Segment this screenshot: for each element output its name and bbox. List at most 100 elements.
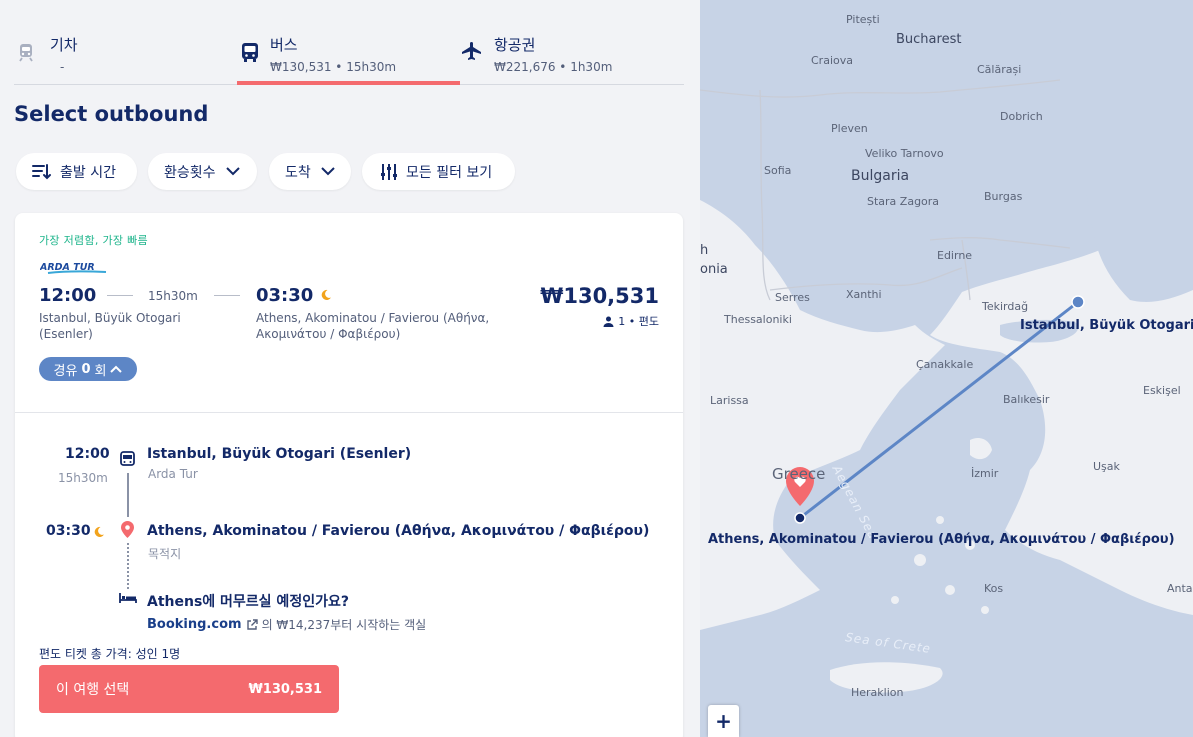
map-label-izmir: İzmir [971, 467, 999, 480]
duration-line-right [214, 295, 240, 296]
train-icon [19, 44, 33, 62]
itinerary-segment-line [127, 473, 129, 517]
map-label-pleven: Pleven [831, 122, 868, 135]
map-label-larissa: Larissa [710, 394, 749, 407]
map-label-bulgaria: Bulgaria [851, 168, 910, 184]
bus-icon [120, 451, 135, 466]
stops-toggle-button[interactable]: 경유 0 회 [39, 357, 137, 381]
duration-line-left [107, 295, 133, 296]
stops-suffix: 회 [94, 363, 107, 379]
moon-icon [321, 289, 331, 300]
itinerary-destination-label: 목적지 [148, 547, 182, 561]
total-price-label: 편도 티켓 총 가격: 성인 1명 [39, 647, 181, 661]
sliders-icon [381, 163, 397, 180]
route-map[interactable]: Pitești Bucharest Craiova Călărași Pleve… [700, 0, 1193, 737]
transport-tabs: 기차 - 버스 ₩130,531 • 15h30m 항공권 ₩221,676 •… [14, 28, 684, 85]
map-label-north: h [700, 243, 709, 258]
map-label-pitesti: Pitești [846, 13, 880, 26]
all-filters-button[interactable]: 모든 필터 보기 [362, 153, 515, 190]
map-label-heraklion: Heraklion [851, 686, 904, 699]
map-label-xanthi: Xanthi [846, 288, 882, 301]
person-icon [603, 316, 614, 327]
tab-train[interactable]: 기차 - [14, 28, 236, 85]
map-label-greece: Greece [772, 465, 826, 483]
map-label-balikesir: Balıkesir [1003, 393, 1050, 406]
map-label-sofia: Sofia [764, 164, 792, 177]
all-filters-label: 모든 필터 보기 [406, 164, 493, 181]
card-divider [15, 412, 683, 413]
passenger-count: 1 • 편도 [618, 315, 659, 328]
map-label-craiova: Craiova [811, 54, 853, 67]
tab-bus-summary: ₩130,531 • 15h30m [270, 60, 397, 74]
itinerary-arrival-station: Athens, Akominatou / Favierou (Αθήνα, Ακ… [147, 523, 650, 539]
stops-prefix: 경유 [53, 363, 78, 379]
chevron-down-icon [321, 167, 335, 176]
chevron-down-icon [225, 167, 240, 176]
select-trip-label: 이 여행 선택 [56, 682, 130, 698]
select-trip-button[interactable]: 이 여행 선택 ₩130,531 [39, 665, 339, 713]
chevron-up-icon [110, 365, 123, 373]
moon-icon [94, 526, 104, 537]
itinerary-operator: Arda Tur [148, 467, 198, 481]
map-label-antalya: Anta [1167, 582, 1193, 595]
transfers-filter-dropdown[interactable]: 환승횟수 [148, 153, 257, 190]
map-destination-label: Athens, Akominatou / Favierou (Αθήνα, Ακ… [708, 532, 1175, 547]
search-results-panel: 기차 - 버스 ₩130,531 • 15h30m 항공권 ₩221,676 •… [0, 0, 700, 737]
arrival-station: Athens, Akominatou / Favierou (Αθήνα, Ακ… [256, 311, 490, 341]
map-label-macedonia: onia [700, 262, 728, 277]
tab-bus-label: 버스 [270, 36, 298, 54]
stops-count: 0 [81, 361, 91, 377]
sort-icon [32, 163, 51, 179]
active-tab-indicator [237, 81, 460, 85]
result-tags: 가장 저렴함, 가장 빠름 [39, 234, 148, 247]
tab-flight-label: 항공권 [494, 36, 536, 54]
map-label-usak: Uşak [1093, 460, 1120, 473]
itinerary-departure-station: Istanbul, Büyük Otogari (Esenler) [147, 446, 412, 462]
page-title: Select outbound [14, 102, 209, 126]
map-label-bucharest: Bucharest [896, 32, 962, 47]
tab-flight-summary: ₩221,676 • 1h30m [494, 60, 613, 74]
external-link-icon [246, 618, 258, 630]
booking-offer-text: 의 ₩14,237부터 시작하는 객실 [261, 618, 427, 632]
transfers-filter-label: 환승횟수 [164, 164, 216, 181]
result-price: ₩130,531 [540, 284, 659, 308]
map-zoom-in-button[interactable]: + [708, 705, 739, 737]
map-label-veliko-tarnovo: Veliko Tarnovo [865, 147, 944, 160]
map-origin-label: Istanbul, Büyük Otogari (Esenler) [1020, 318, 1193, 333]
tab-train-summary: - [60, 60, 65, 74]
bus-icon [242, 43, 258, 62]
tab-flight[interactable]: 항공권 ₩221,676 • 1h30m [460, 28, 684, 85]
itinerary-departure-time: 12:00 [65, 446, 110, 462]
arrival-filter-dropdown[interactable]: 도착 [269, 153, 351, 190]
plane-icon [462, 42, 481, 60]
map-label-dobrich: Dobrich [1000, 110, 1043, 123]
tab-bus[interactable]: 버스 ₩130,531 • 15h30m [236, 28, 460, 85]
map-label-serres: Serres [775, 291, 810, 304]
arrival-time: 03:30 [256, 285, 314, 306]
map-label-canakkale: Çanakkale [916, 358, 974, 371]
map-label-kos: Kos [984, 582, 1004, 595]
sort-departure-time-button[interactable]: 출발 시간 [16, 153, 137, 190]
booking-offer-link[interactable]: Booking.com 의 ₩14,237부터 시작하는 객실 [147, 616, 426, 633]
departure-station: Istanbul, Büyük Otogari (Esenler) [39, 311, 181, 341]
operator-logo: ARDA TUR [40, 262, 107, 274]
result-card[interactable]: 가장 저렴함, 가장 빠름 ARDA TUR 12:00 15h30m 03:3… [15, 213, 683, 737]
booking-brand: Booking.com [147, 617, 242, 632]
map-label-stara-zagora: Stara Zagora [867, 195, 940, 208]
tab-train-label: 기차 [50, 36, 78, 54]
sort-departure-time-label: 출발 시간 [60, 164, 116, 181]
bed-icon [119, 593, 137, 603]
passenger-info: 1 • 편도 [603, 313, 659, 329]
select-trip-price: ₩130,531 [248, 681, 322, 697]
map-label-eskisehir: Eskişel [1143, 384, 1181, 397]
trip-duration: 15h30m [148, 289, 198, 303]
map-label-calarasi: Călărași [977, 63, 1022, 76]
hotel-question: Athens에 머무르실 예정인가요? [147, 594, 349, 610]
arrival-filter-label: 도착 [285, 164, 311, 181]
map-label-edirne: Edirne [937, 249, 973, 262]
itinerary-hotel-connector [127, 543, 129, 589]
itinerary-duration: 15h30m [58, 471, 108, 485]
map-label-thessaloniki: Thessaloniki [724, 313, 792, 326]
departure-time: 12:00 [39, 285, 97, 306]
map-label-tekirdag: Tekirdağ [982, 300, 1029, 313]
